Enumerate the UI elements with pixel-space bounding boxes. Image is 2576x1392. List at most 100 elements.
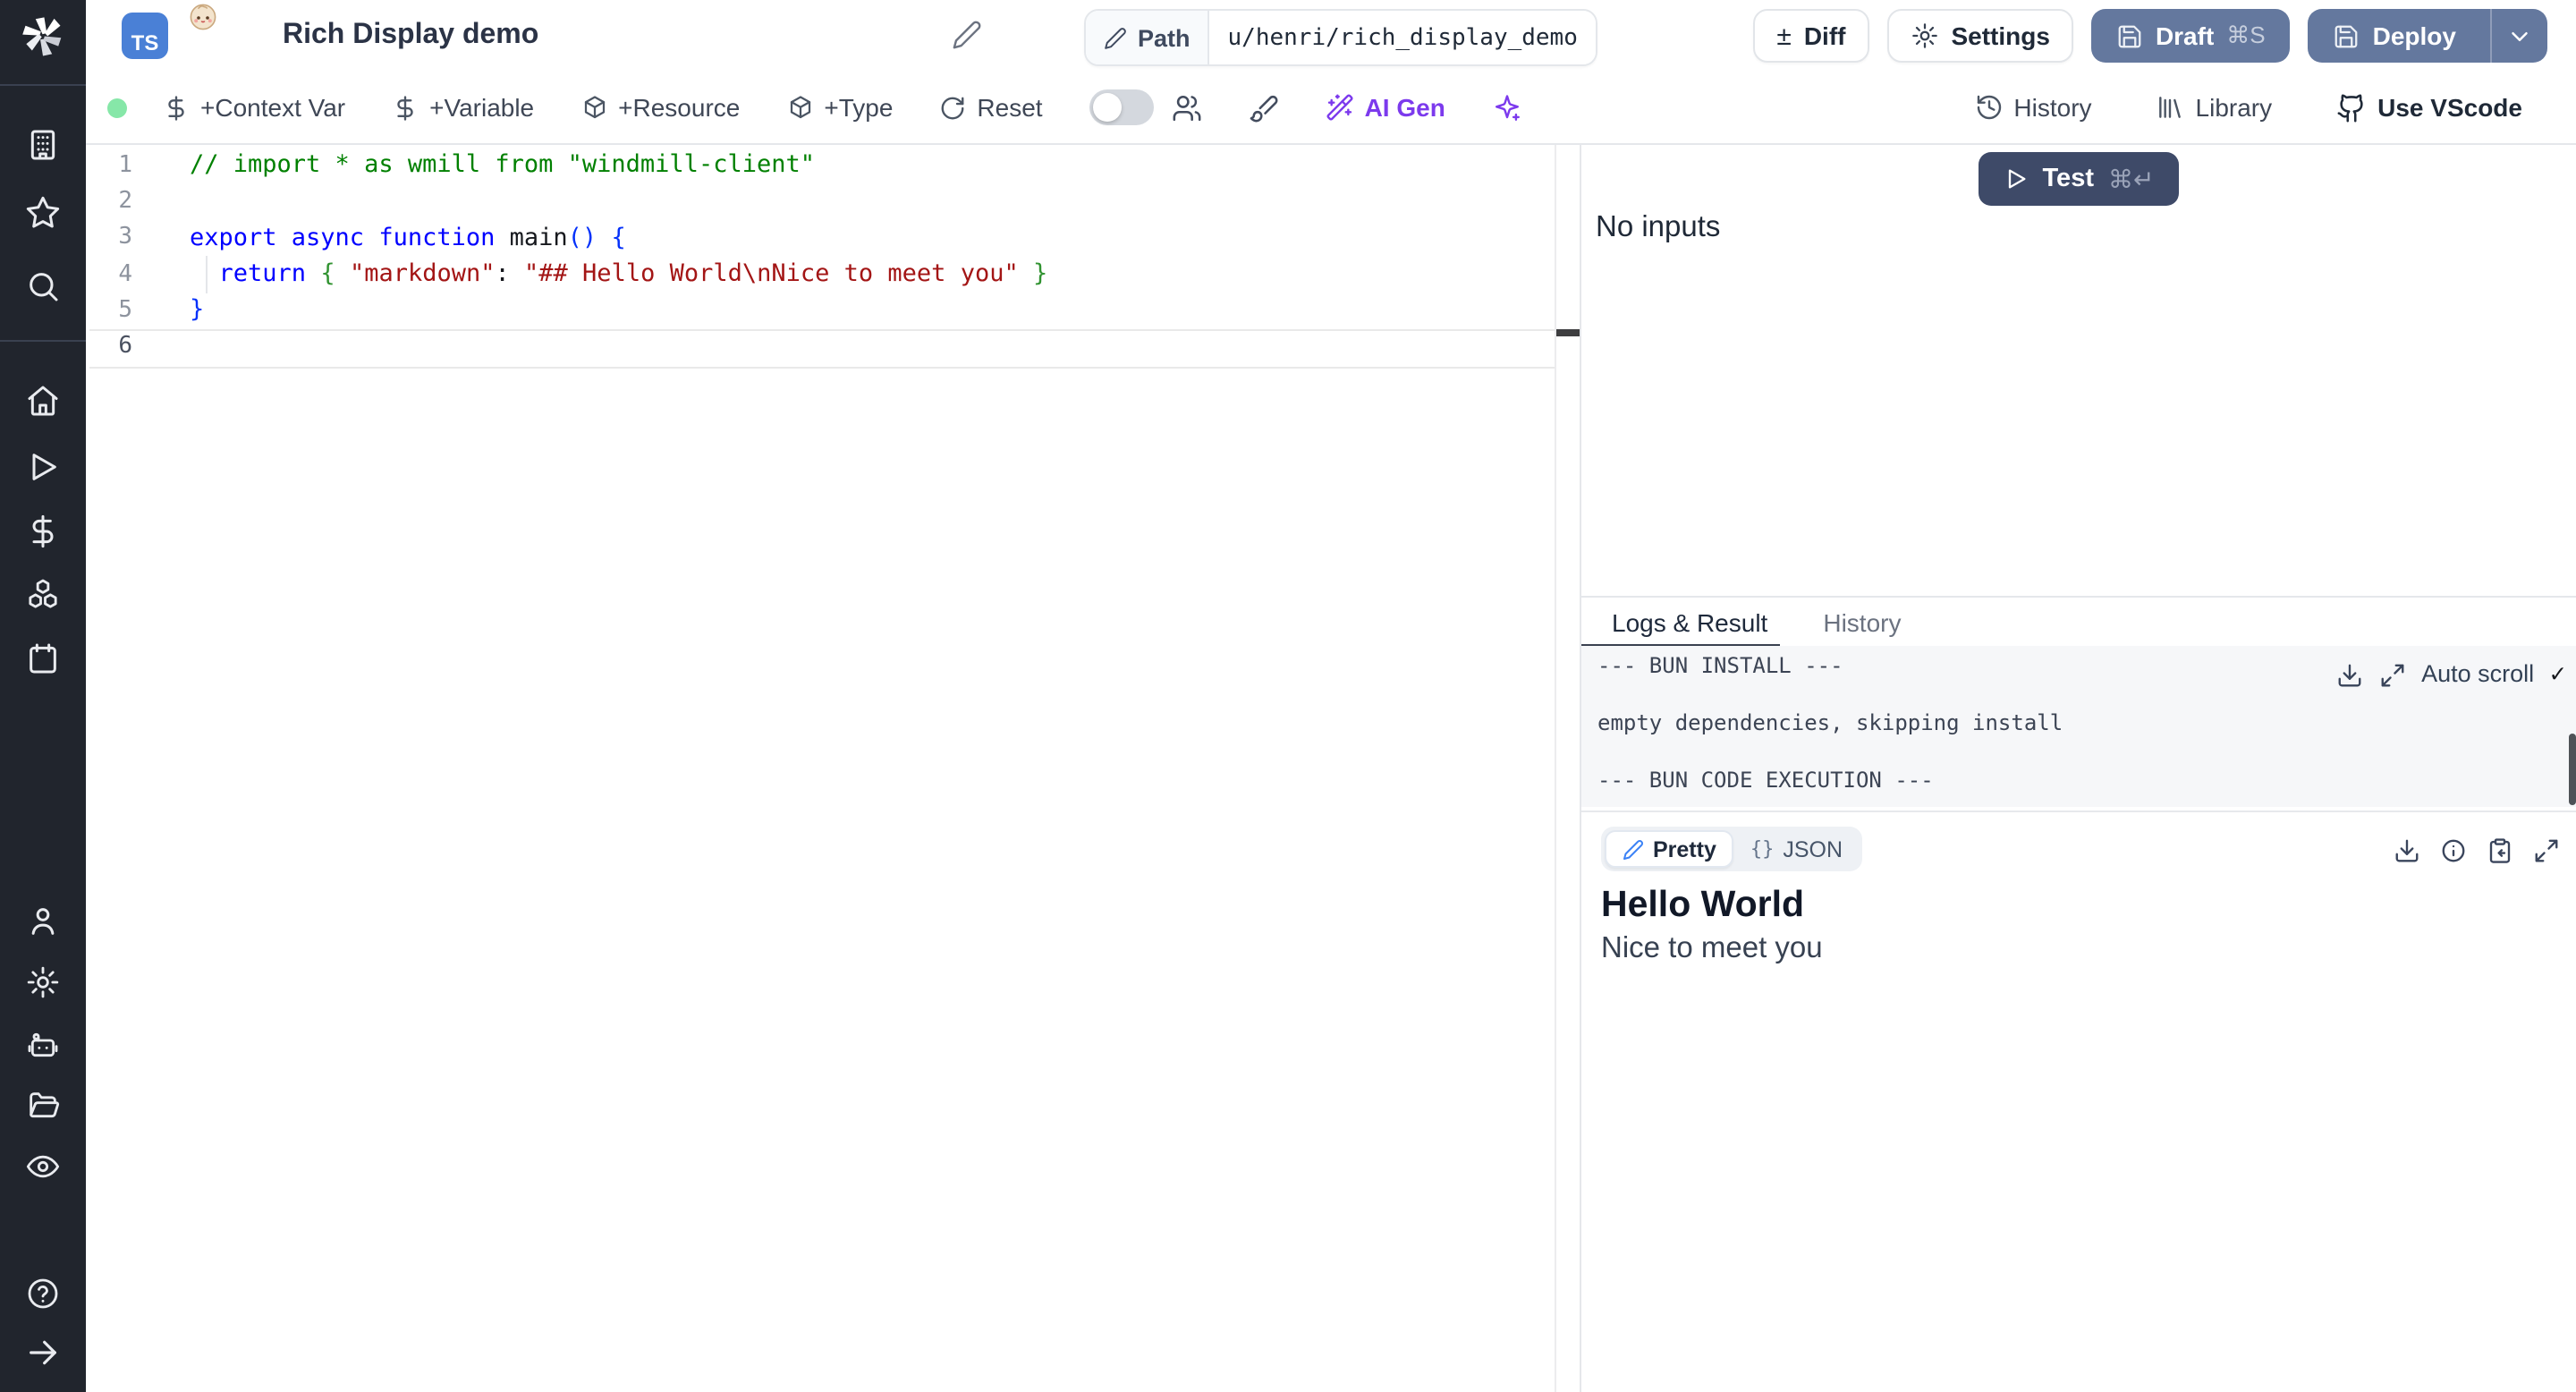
ai-gen-button[interactable]: AI Gen xyxy=(1326,93,1445,122)
toolbar-right: History Library Use VScode xyxy=(1974,92,2522,123)
diff-button[interactable]: ± Diff xyxy=(1753,9,1869,63)
test-shortcut: ⌘↵ xyxy=(2108,164,2155,192)
download-logs-button[interactable] xyxy=(2335,661,2362,688)
result-heading: Hello World xyxy=(1601,884,1805,925)
code-editor[interactable]: 1 // import * as wmill from "windmill-cli… xyxy=(86,145,1580,1392)
reset-button[interactable]: Reset xyxy=(939,93,1043,122)
code-row: 4 return { "markdown": "## Hello World\n… xyxy=(86,256,1580,293)
braces-icon: {} xyxy=(1750,837,1775,861)
editor-overview-cursor-marker xyxy=(1556,329,1580,336)
toggle-knob xyxy=(1092,93,1122,122)
dollar-icon xyxy=(397,95,413,120)
sidebar-item-workspace[interactable] xyxy=(0,127,86,163)
line-number: 4 xyxy=(118,260,132,288)
library-button[interactable]: Library xyxy=(2157,93,2272,122)
add-type-button[interactable]: +Type xyxy=(786,93,893,122)
deploy-button[interactable]: Deploy xyxy=(2308,9,2547,63)
pretty-view-button[interactable]: Pretty xyxy=(1605,830,1734,868)
history-button[interactable]: History xyxy=(1974,93,2092,122)
windmill-logo[interactable] xyxy=(0,13,86,59)
test-button[interactable]: Test ⌘↵ xyxy=(1978,152,2180,206)
line-number: 1 xyxy=(118,151,132,179)
logs-tabs: Logs & Result History xyxy=(1581,598,2576,648)
line-number: 3 xyxy=(118,224,132,251)
add-variable-button[interactable]: +Variable xyxy=(392,93,534,122)
sidebar-item-search[interactable] xyxy=(0,268,86,304)
copy-result-button[interactable] xyxy=(2487,837,2513,864)
edit-title-button[interactable] xyxy=(952,20,982,50)
settings-label: Settings xyxy=(1951,21,2050,50)
sidebar-item-schedules[interactable] xyxy=(0,641,86,676)
add-type-label: +Type xyxy=(824,93,894,122)
code-row: 2 xyxy=(86,183,1580,220)
sidebar-item-workers[interactable] xyxy=(0,1027,86,1063)
info-icon xyxy=(2442,839,2465,862)
paintbrush-icon xyxy=(1250,94,1278,122)
sidebar-item-settings[interactable] xyxy=(0,964,86,1000)
github-icon xyxy=(2337,93,2363,122)
logs-result-section: Logs & Result History --- BUN INSTALL --… xyxy=(1581,596,2576,1392)
sidebar xyxy=(0,0,86,1392)
clipboard-icon xyxy=(2489,838,2511,863)
result-info-button[interactable] xyxy=(2440,837,2467,864)
sidebar-item-resources[interactable] xyxy=(0,576,86,612)
history-label: History xyxy=(2013,93,2092,122)
check-icon[interactable]: ✓ xyxy=(2550,660,2565,689)
bun-emoji-icon xyxy=(189,3,217,31)
sidebar-expand-button[interactable] xyxy=(0,1335,86,1371)
home-icon xyxy=(28,386,58,416)
add-resource-button[interactable]: +Resource xyxy=(580,93,740,122)
sidebar-item-runs[interactable] xyxy=(0,449,86,485)
sidebar-item-favorites[interactable] xyxy=(0,195,86,231)
sidebar-item-audit-logs[interactable] xyxy=(0,1149,86,1184)
sidebar-item-help[interactable] xyxy=(0,1276,86,1311)
wand-icon xyxy=(1326,94,1353,121)
play-icon xyxy=(2008,169,2025,189)
download-result-button[interactable] xyxy=(2394,837,2420,864)
lang-badge-label: TS xyxy=(131,30,159,55)
deploy-dropdown-button[interactable] xyxy=(2490,9,2533,63)
settings-button[interactable]: Settings xyxy=(1886,9,2073,63)
path-label: Path xyxy=(1138,24,1191,51)
maximize-result-button[interactable] xyxy=(2533,837,2560,864)
use-vscode-button[interactable]: Use VScode xyxy=(2336,92,2522,123)
expand-icon xyxy=(2535,839,2558,862)
diff-label: Diff xyxy=(1803,21,1846,50)
line-number: 5 xyxy=(118,296,132,324)
sidebar-item-folders[interactable] xyxy=(0,1088,86,1124)
dollar-icon xyxy=(168,95,184,120)
result-body: Nice to meet you xyxy=(1601,932,1823,964)
pretty-label: Pretty xyxy=(1653,836,1716,862)
current-line-highlight xyxy=(89,329,1555,369)
eye-icon xyxy=(26,1155,60,1178)
sidebar-item-home[interactable] xyxy=(0,383,86,419)
code-line: } xyxy=(190,295,205,325)
sidebar-item-variables[interactable] xyxy=(0,514,86,549)
scrollbar-thumb[interactable] xyxy=(2568,734,2575,805)
auto-scroll-label[interactable]: Auto scroll xyxy=(2421,660,2534,689)
path-button[interactable]: Path u/henri/rich_display_demo xyxy=(1084,9,1597,66)
expand-logs-button[interactable] xyxy=(2378,661,2405,688)
add-resource-label: +Resource xyxy=(618,93,741,122)
download-icon xyxy=(2395,839,2419,862)
tab-history[interactable]: History xyxy=(1823,607,1901,636)
format-button[interactable] xyxy=(1249,92,1279,123)
draft-button[interactable]: Draft ⌘S xyxy=(2090,9,2291,63)
multiplayer-button[interactable] xyxy=(1172,92,1202,123)
page-title: Rich Display demo xyxy=(283,20,539,50)
reset-label: Reset xyxy=(977,93,1043,122)
search-icon xyxy=(30,273,58,301)
add-context-var-button[interactable]: +Context Var xyxy=(163,93,345,122)
tab-logs-result[interactable]: Logs & Result xyxy=(1612,607,1767,636)
deploy-label: Deploy xyxy=(2372,21,2456,50)
ai-sparkles-button[interactable] xyxy=(1492,92,1522,123)
logs-controls: Auto scroll ✓ xyxy=(2335,660,2565,689)
log-line: empty dependencies, skipping install xyxy=(1597,710,2063,735)
json-view-button[interactable]: {} JSON xyxy=(1734,830,1859,868)
package-icon xyxy=(790,95,810,118)
diff-mode-toggle[interactable] xyxy=(1089,89,1154,125)
sidebar-item-users[interactable] xyxy=(0,904,86,939)
draft-label: Draft xyxy=(2155,21,2215,50)
code-line: return { "markdown": "## Hello World\nNi… xyxy=(218,259,1048,289)
